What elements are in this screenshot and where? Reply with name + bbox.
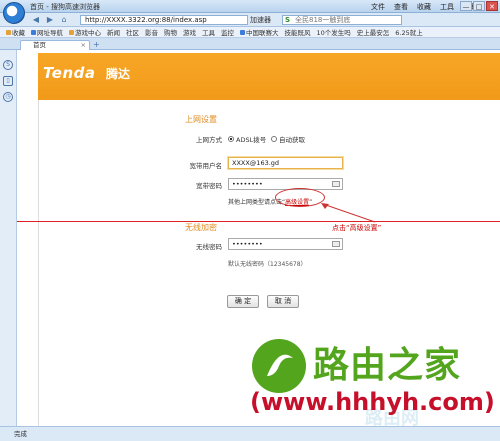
wireless-password-input[interactable]: •••••••• <box>228 238 343 250</box>
username-input[interactable]: XXXX@163.gd <box>228 157 343 169</box>
status-bar: 完成 <box>0 426 500 441</box>
keyboard-icon[interactable] <box>332 241 340 247</box>
label-username: 宽带用户名 <box>189 162 223 170</box>
fav-item[interactable]: 社区 <box>126 27 139 37</box>
fav-item[interactable]: 游戏中心 <box>69 27 101 37</box>
brand-logo: Tenda <box>43 64 96 82</box>
fav-item[interactable]: 监控 <box>221 27 234 37</box>
menu-view[interactable]: 查看 <box>394 2 408 12</box>
back-arrow-icon[interactable]: ◀ <box>30 15 42 25</box>
watermark-url: (www.hhhyh.com) <box>250 388 495 416</box>
ok-button[interactable]: 确 定 <box>227 295 259 308</box>
star-icon <box>6 29 11 35</box>
sogou-browser-logo[interactable] <box>3 2 25 24</box>
minimize-button[interactable]: — <box>460 1 472 11</box>
tab-bar: 首页 × + <box>0 38 500 50</box>
menu-favorites[interactable]: 收藏 <box>417 2 431 12</box>
clock-icon[interactable]: ◷ <box>3 92 13 102</box>
fav-item[interactable]: 收藏 <box>6 27 25 37</box>
close-tab-icon[interactable]: × <box>81 41 86 50</box>
accelerator-button[interactable]: 加速器 <box>250 15 271 25</box>
sogou-icon[interactable]: S <box>3 60 13 70</box>
address-bar: ◀ ▶ ⌂ http://XXXX.3322.org:88/index.asp … <box>0 13 500 27</box>
fav-item[interactable]: 技能既风 <box>285 27 311 37</box>
search-placeholder: 全民818一触到底 <box>295 16 351 24</box>
brand-name-cn: 腾达 <box>106 67 131 81</box>
hhhyh-logo-icon <box>252 339 306 393</box>
url-input[interactable]: http://XXXX.3322.org:88/index.asp <box>80 15 248 25</box>
radio-auto[interactable]: 自动获取 <box>271 134 305 144</box>
fav-item[interactable]: 中国联赛大 <box>240 27 279 37</box>
menu-tools[interactable]: 工具 <box>440 2 454 12</box>
globe-icon <box>31 29 36 35</box>
left-sidebar: S ▯ ◷ <box>0 50 17 426</box>
tab-label: 首页 <box>33 41 46 49</box>
label-password: 宽带密码 <box>196 182 222 190</box>
window-controls: — □ ✕ <box>460 1 498 11</box>
label-connection-mode: 上网方式 <box>196 136 222 144</box>
fav-item[interactable]: 游戏 <box>183 27 196 37</box>
window-title: 首页 - 搜狗高速浏览器 <box>30 3 100 11</box>
maximize-button[interactable]: □ <box>473 1 485 11</box>
page-content: Tenda 腾达 上网设置 上网方式 ADSL拨号 自动获取 宽带用户名 XXX… <box>17 50 500 429</box>
fav-item[interactable]: 工具 <box>202 27 215 37</box>
password-input[interactable]: •••••••• <box>228 178 343 190</box>
menu-file[interactable]: 文件 <box>371 2 385 12</box>
title-bar: 首页 - 搜狗高速浏览器 文件 查看 收藏 工具 帮助 — □ ✕ <box>0 0 500 13</box>
watermark-brand: 路由之家 <box>313 345 462 386</box>
fav-item[interactable]: 购物 <box>164 27 177 37</box>
fav-item[interactable]: 网址导航 <box>31 27 63 37</box>
radio-unselected-icon <box>271 136 277 142</box>
game-icon <box>69 29 74 35</box>
label-wireless-password: 无线密码 <box>196 243 222 251</box>
cancel-button[interactable]: 取 消 <box>267 295 299 308</box>
fav-item[interactable]: 影音 <box>145 27 158 37</box>
home-icon[interactable]: ⌂ <box>58 15 70 25</box>
section-internet-title: 上网设置 <box>185 115 217 124</box>
annotation-text: 点击“高级设置” <box>332 224 382 232</box>
wireless-default-note: 默认无线密码（12345678） <box>228 261 307 268</box>
phone-icon[interactable]: ▯ <box>3 76 13 86</box>
search-input[interactable]: S 全民818一触到底 <box>282 15 402 25</box>
fav-item[interactable]: 10个发生吗 <box>317 27 351 37</box>
fav-item[interactable]: 6.25就上 <box>395 27 422 37</box>
link-icon <box>240 29 245 35</box>
forward-arrow-icon[interactable]: ▶ <box>44 15 56 25</box>
fav-item[interactable]: 史上最安怎 <box>357 27 390 37</box>
tab-home[interactable]: 首页 × <box>20 40 90 50</box>
keyboard-icon[interactable] <box>332 181 340 187</box>
fav-item[interactable]: 新闻 <box>107 27 120 37</box>
favorites-bar: 收藏 网址导航 游戏中心 新闻 社区 影音 购物 游戏 工具 监控 中国联赛大 … <box>0 27 500 38</box>
close-window-button[interactable]: ✕ <box>486 1 498 11</box>
section-wireless-title: 无线加密 <box>185 223 217 232</box>
new-tab-button[interactable]: + <box>93 40 100 49</box>
separator-red-line <box>17 221 500 222</box>
search-engine-icon: S <box>285 16 291 24</box>
status-text: 完成 <box>14 430 27 438</box>
tenda-banner: Tenda 腾达 <box>38 53 500 100</box>
radio-selected-icon <box>228 136 234 142</box>
radio-adsl[interactable]: ADSL拨号 <box>228 134 266 144</box>
